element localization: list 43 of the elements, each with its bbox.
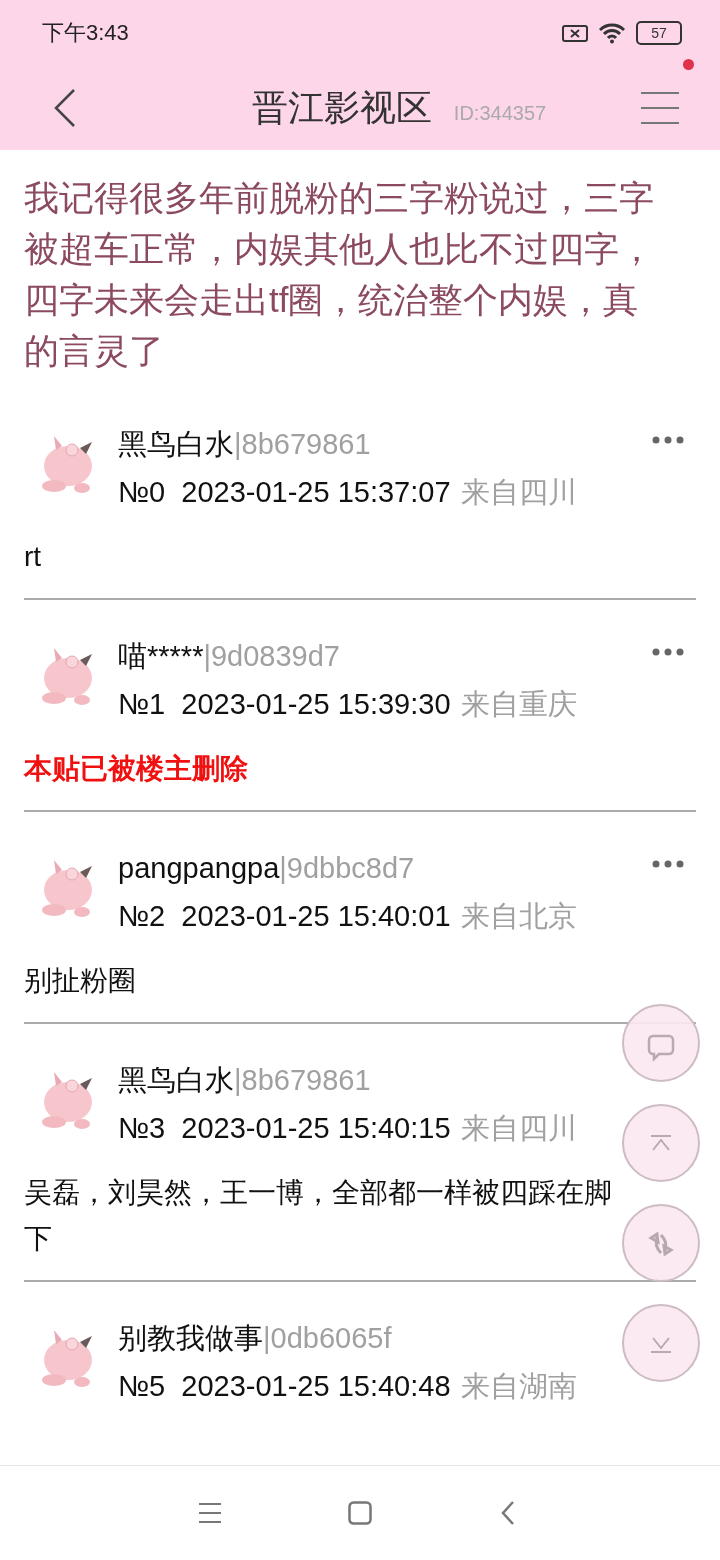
author-hash: |8b679861 [234, 1064, 371, 1096]
back-icon[interactable] [52, 88, 78, 128]
reply-text: 别扯粉圈 [24, 964, 137, 998]
board-title: 晋江影视区 [251, 85, 432, 130]
post-time: 2023-01-25 15:40:15 [181, 1112, 451, 1144]
author-hash: |8b679861 [234, 428, 371, 460]
floor-number: №0 [118, 476, 166, 508]
floor-number: №1 [118, 688, 166, 720]
post-location: 来自北京 [460, 900, 577, 932]
author-name[interactable]: 别教我做事 [118, 1322, 263, 1354]
post-time: 2023-01-25 15:40:48 [181, 1370, 451, 1402]
author-hash: |9d0839d7 [203, 640, 340, 672]
menu-icon[interactable] [640, 91, 680, 125]
floor-number: №5 [118, 1370, 166, 1402]
deleted-notice: 本贴已被楼主删除 [24, 752, 249, 786]
battery-indicator: 57 [636, 21, 682, 45]
reply-text: rt [24, 540, 43, 574]
post-title: 我记得很多年前脱粉的三字粉说过，三字被超车正常，内娱其他人也比不过四字，四字未来会走出tf圈，统治整个内娱，真的言灵了 [24, 177, 655, 372]
wifi-icon [598, 22, 626, 44]
more-icon[interactable] [652, 860, 684, 868]
more-icon[interactable] [652, 436, 684, 444]
floor-number: №2 [118, 900, 166, 932]
author-hash: |0db6065f [263, 1322, 392, 1354]
reply-text: 吴磊，刘昊然，王一博，全部都一样被四踩在脚下 [24, 1176, 613, 1256]
post-location: 来自重庆 [460, 688, 577, 720]
more-icon[interactable] [652, 648, 684, 656]
sim-icon [562, 23, 588, 43]
author-name[interactable]: 黑鸟白水 [118, 1064, 234, 1096]
author-name[interactable]: 黑鸟白水 [118, 428, 234, 460]
board-id: ID:344357 [453, 101, 547, 125]
status-time: 下午3:43 [42, 19, 129, 47]
recents-icon[interactable] [198, 1501, 222, 1525]
author-hash: |9dbbc8d7 [279, 852, 415, 884]
post-location: 来自湖南 [460, 1370, 577, 1402]
post-time: 2023-01-25 15:39:30 [181, 688, 451, 720]
post-location: 来自四川 [460, 476, 577, 508]
author-name[interactable]: 喵***** [118, 640, 204, 672]
floor-number: №3 [118, 1112, 166, 1144]
post-location: 来自四川 [460, 1112, 577, 1144]
home-icon[interactable] [348, 1501, 372, 1525]
author-name[interactable]: pangpangpa [118, 852, 280, 884]
post-time: 2023-01-25 15:37:07 [181, 476, 451, 508]
post-time: 2023-01-25 15:40:01 [181, 900, 451, 932]
